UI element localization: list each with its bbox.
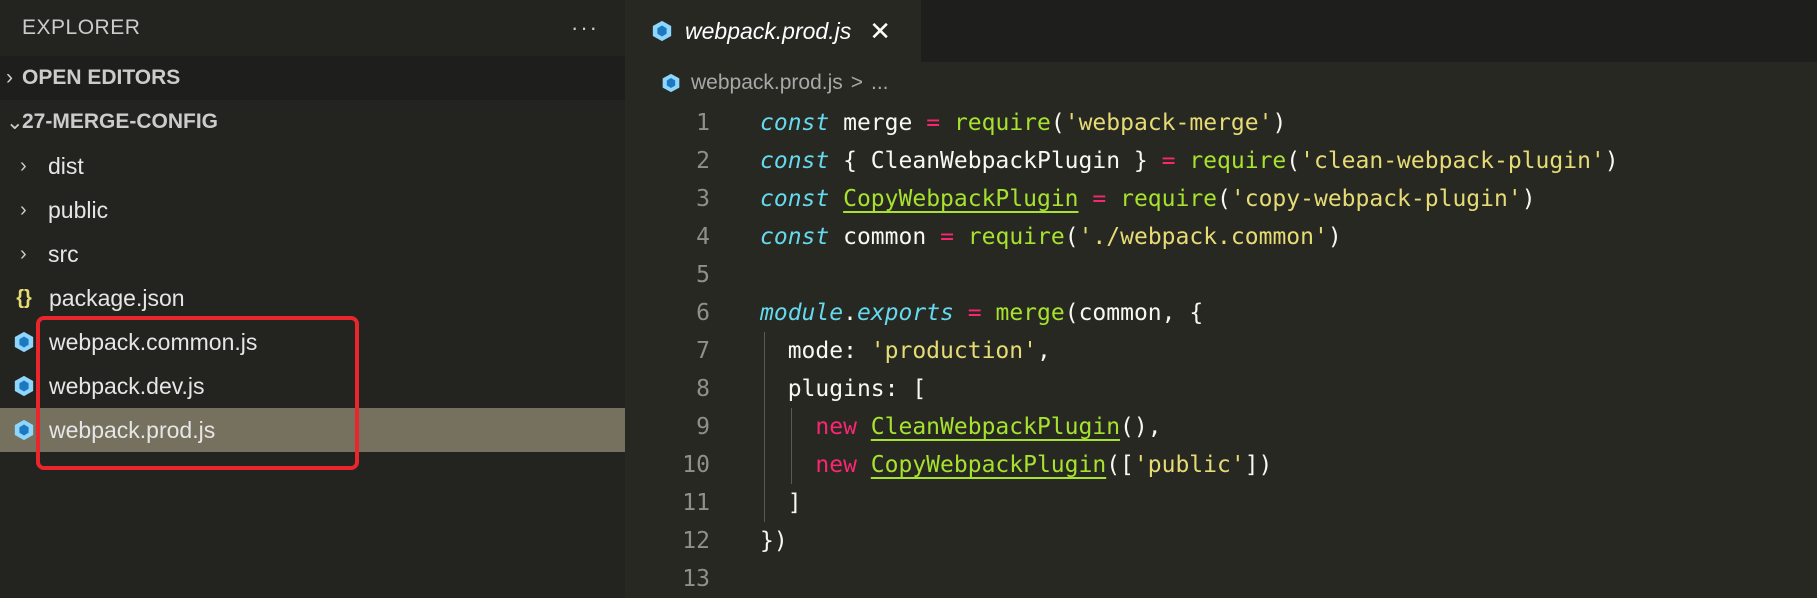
section-project[interactable]: ⌄ 27-MERGE-CONFIG <box>0 100 625 144</box>
code-editor[interactable]: 1 const merge = require('webpack-merge')… <box>625 104 1817 598</box>
code-text: mode: 'production', <box>710 332 1051 370</box>
code-text: const CopyWebpackPlugin = require('copy-… <box>760 186 1536 212</box>
code-text: ] <box>710 484 802 522</box>
line-number: 11 <box>682 490 710 516</box>
chevron-down-icon: ⌄ <box>6 110 24 134</box>
line-number: 1 <box>696 110 710 136</box>
code-text: }) <box>760 528 788 554</box>
chevron-right-icon: › <box>20 198 27 221</box>
webpack-icon <box>11 331 37 354</box>
chevron-right-icon: › <box>6 66 13 89</box>
section-open-editors[interactable]: › OPEN EDITORS <box>0 56 625 100</box>
line-number: 7 <box>696 338 710 364</box>
file-label: webpack.common.js <box>49 328 258 355</box>
line-number: 9 <box>696 414 710 440</box>
code-text: new CopyWebpackPlugin(['public']) <box>710 446 1272 484</box>
file-label: webpack.dev.js <box>49 372 205 399</box>
webpack-icon <box>11 375 37 398</box>
tab-bar: webpack.prod.js ✕ <box>625 0 1817 62</box>
code-line: 12 }) <box>625 522 1817 560</box>
file-webpack-prod[interactable]: webpack.prod.js <box>0 408 625 452</box>
more-actions-icon[interactable]: ··· <box>571 15 599 41</box>
code-text: const merge = require('webpack-merge') <box>760 110 1287 136</box>
folder-label: src <box>48 240 79 267</box>
code-line: 10 new CopyWebpackPlugin(['public']) <box>625 446 1817 484</box>
folder-src[interactable]: › src <box>0 232 625 276</box>
code-line: 9 new CleanWebpackPlugin(), <box>625 408 1817 446</box>
explorer-header: EXPLORER ··· <box>0 0 625 56</box>
webpack-icon <box>662 73 680 93</box>
chevron-right-icon: › <box>20 242 27 265</box>
file-webpack-dev[interactable]: webpack.dev.js <box>0 364 625 408</box>
webpack-icon <box>11 419 37 442</box>
code-line: 4 const common = require('./webpack.comm… <box>625 218 1817 256</box>
section-project-label: 27-MERGE-CONFIG <box>22 110 219 133</box>
tab-webpack-prod[interactable]: webpack.prod.js ✕ <box>625 0 921 62</box>
folder-label: public <box>48 196 109 223</box>
code-line: 8 plugins: [ <box>625 370 1817 408</box>
code-text: plugins: [ <box>710 370 926 408</box>
section-open-editors-label: OPEN EDITORS <box>22 66 181 89</box>
code-text: const common = require('./webpack.common… <box>760 224 1342 250</box>
editor-area: webpack.prod.js ✕ webpack.prod.js > ... … <box>625 0 1817 598</box>
code-line: 13 <box>625 560 1817 598</box>
folder-dist[interactable]: › dist <box>0 144 625 188</box>
file-label: package.json <box>49 284 185 311</box>
close-icon[interactable]: ✕ <box>869 16 891 47</box>
line-number: 12 <box>682 528 710 554</box>
folder-label: dist <box>48 152 84 179</box>
line-number: 5 <box>696 262 710 288</box>
line-number: 6 <box>696 300 710 326</box>
explorer-sidebar: EXPLORER ··· › OPEN EDITORS ⌄ 27-MERGE-C… <box>0 0 625 598</box>
code-line: 3 const CopyWebpackPlugin = require('cop… <box>625 180 1817 218</box>
chevron-right-icon: › <box>20 154 27 177</box>
breadcrumb: webpack.prod.js > ... <box>625 62 1817 104</box>
file-package-json[interactable]: {} package.json <box>0 276 625 320</box>
file-label: webpack.prod.js <box>49 416 216 443</box>
breadcrumb-more[interactable]: ... <box>871 71 889 95</box>
breadcrumb-file[interactable]: webpack.prod.js <box>691 71 843 95</box>
line-number: 10 <box>682 452 710 478</box>
code-line: 6 module.exports = merge(common, { <box>625 294 1817 332</box>
code-line: 7 mode: 'production', <box>625 332 1817 370</box>
folder-public[interactable]: › public <box>0 188 625 232</box>
line-number: 4 <box>696 224 710 250</box>
line-number: 13 <box>682 566 710 592</box>
code-text: const { CleanWebpackPlugin } = require('… <box>760 148 1619 174</box>
explorer-title: EXPLORER <box>22 16 141 39</box>
file-webpack-common[interactable]: webpack.common.js <box>0 320 625 364</box>
webpack-icon <box>652 20 672 42</box>
breadcrumb-separator: > <box>850 71 864 94</box>
code-text: new CleanWebpackPlugin(), <box>710 408 1162 446</box>
line-number: 2 <box>696 148 710 174</box>
tab-title: webpack.prod.js <box>685 17 852 44</box>
code-line: 11 ] <box>625 484 1817 522</box>
code-line: 1 const merge = require('webpack-merge') <box>625 104 1817 142</box>
line-number: 8 <box>696 376 710 402</box>
code-text: module.exports = merge(common, { <box>760 300 1204 326</box>
code-line: 5 <box>625 256 1817 294</box>
json-icon: {} <box>16 286 32 309</box>
line-number: 3 <box>696 186 710 212</box>
code-line: 2 const { CleanWebpackPlugin } = require… <box>625 142 1817 180</box>
